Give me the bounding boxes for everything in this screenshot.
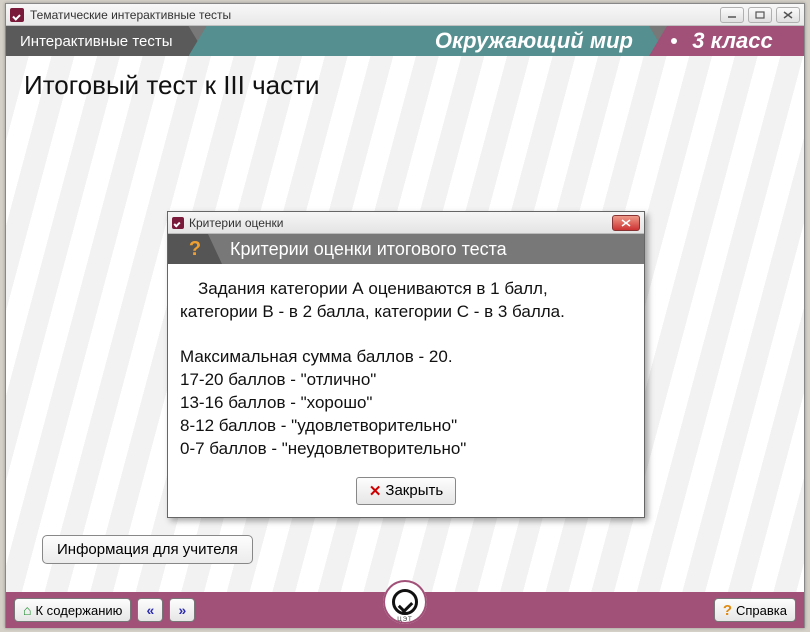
ribbon-subject: Окружающий мир	[189, 26, 667, 56]
dialog-app-icon	[172, 217, 184, 229]
ribbon-grade-label: 3 класс	[692, 28, 772, 54]
body-grade-1: 17-20 баллов - "отлично"	[180, 369, 632, 392]
help-label: Справка	[736, 603, 787, 618]
to-contents-button[interactable]: ⌂ К содержанию	[14, 598, 131, 622]
nav-next-button[interactable]: »	[169, 598, 195, 622]
double-chevron-left-icon: «	[147, 602, 155, 618]
header-ribbon: Интерактивные тесты Окружающий мир 3 кла…	[6, 26, 804, 56]
main-window: Тематические интерактивные тесты Интерак…	[5, 3, 805, 628]
window-title: Тематические интерактивные тесты	[30, 8, 231, 22]
double-chevron-right-icon: »	[179, 602, 187, 618]
ribbon-grade: 3 класс	[649, 26, 804, 56]
x-icon: ✕	[369, 482, 382, 500]
close-window-button[interactable]	[776, 7, 800, 23]
body-grade-4: 0-7 баллов - "неудовлетворительно"	[180, 438, 632, 461]
close-icon	[621, 219, 631, 227]
minimize-icon	[727, 11, 737, 19]
logo-checkmark-icon	[392, 589, 418, 615]
content-area: Итоговый тест к III части Информация для…	[6, 56, 804, 592]
dialog-body: Задания категории А оцениваются в 1 балл…	[168, 264, 644, 477]
page-title: Итоговый тест к III части	[24, 70, 320, 101]
body-line-1: Задания категории А оцениваются в 1 балл…	[180, 278, 632, 301]
dialog-header: ? Критерии оценки итогового теста	[168, 234, 644, 264]
dialog-header-title: Критерии оценки итогового теста	[230, 239, 507, 260]
home-icon: ⌂	[23, 602, 31, 618]
ribbon-left-label: Интерактивные тесты	[20, 33, 173, 50]
body-max-line: Максимальная сумма баллов - 20.	[180, 346, 632, 369]
dialog-close-x-button[interactable]	[612, 215, 640, 231]
body-line-2: категории В - в 2 балла, категории С - в…	[180, 301, 632, 324]
dialog-close-button[interactable]: ✕ Закрыть	[356, 477, 456, 505]
criteria-dialog: Критерии оценки ? Критерии оценки итогов…	[167, 211, 645, 518]
ribbon-subject-label: Окружающий мир	[435, 28, 633, 54]
maximize-button[interactable]	[748, 7, 772, 23]
teacher-info-button[interactable]: Информация для учителя	[42, 535, 253, 564]
teacher-info-label: Информация для учителя	[57, 541, 238, 558]
to-contents-label: К содержанию	[35, 603, 122, 618]
nav-first-button[interactable]: «	[137, 598, 163, 622]
body-grade-3: 8-12 баллов - "удовлетворительно"	[180, 415, 632, 438]
help-button[interactable]: ? Справка	[714, 598, 796, 622]
body-grade-2: 13-16 баллов - "хорошо"	[180, 392, 632, 415]
ribbon-left: Интерактивные тесты	[6, 26, 207, 56]
app-icon	[10, 8, 24, 22]
logo-caption: ЦЭТ	[397, 617, 412, 623]
footer-logo: ЦЭТ	[383, 580, 427, 624]
question-icon: ?	[723, 602, 732, 619]
dialog-footer: ✕ Закрыть	[168, 477, 644, 517]
close-icon	[783, 11, 793, 19]
footer-bar: ⌂ К содержанию « » ? Справка ЦЭТ	[6, 592, 804, 628]
titlebar: Тематические интерактивные тесты	[6, 4, 804, 26]
dialog-header-icon-wrap: ?	[168, 234, 222, 264]
dialog-close-label: Закрыть	[385, 482, 443, 499]
maximize-icon	[755, 11, 765, 19]
question-icon: ?	[189, 238, 201, 261]
dialog-window-title: Критерии оценки	[189, 216, 283, 230]
dialog-titlebar[interactable]: Критерии оценки	[168, 212, 644, 234]
minimize-button[interactable]	[720, 7, 744, 23]
